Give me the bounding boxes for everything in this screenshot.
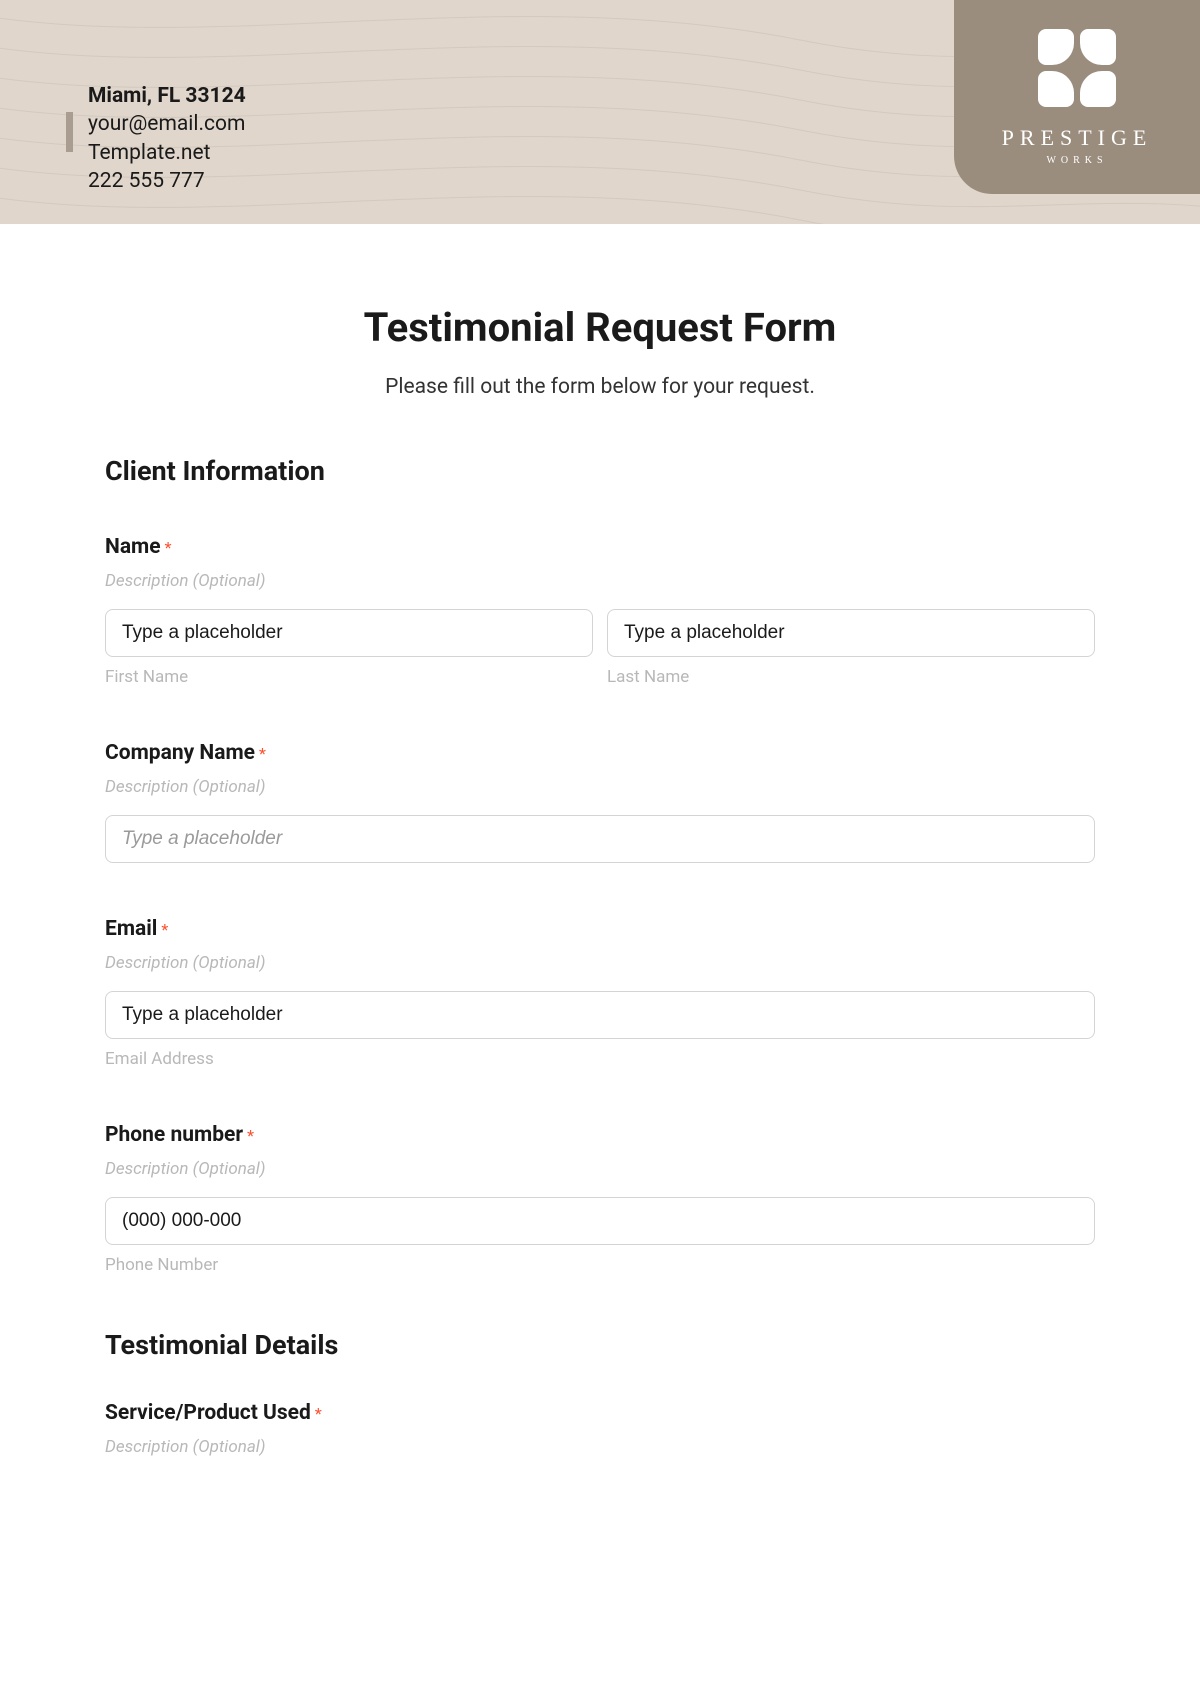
contact-info-block: Miami, FL 33124 your@email.com Template.… (88, 82, 246, 195)
field-phone: Phone number* Description (Optional) Pho… (105, 1123, 1095, 1275)
last-name-sublabel: Last Name (607, 667, 1095, 687)
brand-name: PRESTIGE (1002, 125, 1153, 151)
phone-sublabel: Phone Number (105, 1255, 1095, 1275)
name-description: Description (Optional) (105, 571, 1095, 591)
contact-email: your@email.com (88, 110, 246, 138)
required-mark: * (165, 538, 172, 557)
email-sublabel: Email Address (105, 1049, 1095, 1069)
section-testimonial-heading: Testimonial Details (105, 1329, 1095, 1361)
first-name-sublabel: First Name (105, 667, 593, 687)
brand-subname: WORKS (1046, 155, 1107, 166)
field-company: Company Name* Description (Optional) (105, 741, 1095, 863)
contact-address: Miami, FL 33124 (88, 82, 246, 110)
form-container: Testimonial Request Form Please fill out… (0, 224, 1200, 1497)
name-label: Name (105, 535, 161, 559)
email-description: Description (Optional) (105, 953, 1095, 973)
service-label: Service/Product Used (105, 1401, 311, 1425)
contact-phone: 222 555 777 (88, 167, 246, 195)
form-title: Testimonial Request Form (105, 304, 1095, 351)
first-name-input[interactable] (105, 609, 593, 657)
field-name: Name* Description (Optional) First Name … (105, 535, 1095, 687)
required-mark: * (161, 920, 168, 939)
page-header: Miami, FL 33124 your@email.com Template.… (0, 0, 1200, 224)
brand-logo-card: PRESTIGE WORKS (954, 0, 1200, 194)
section-client-heading: Client Information (105, 455, 1095, 487)
field-service: Service/Product Used* Description (Optio… (105, 1401, 1095, 1457)
company-input[interactable] (105, 815, 1095, 863)
service-description: Description (Optional) (105, 1437, 1095, 1457)
field-email: Email* Description (Optional) Email Addr… (105, 917, 1095, 1069)
phone-label: Phone number (105, 1123, 243, 1147)
brand-logo-icon (1038, 29, 1116, 107)
accent-bar (66, 112, 73, 152)
company-label: Company Name (105, 741, 255, 765)
phone-input[interactable] (105, 1197, 1095, 1245)
required-mark: * (259, 744, 266, 763)
required-mark: * (315, 1404, 322, 1423)
email-input[interactable] (105, 991, 1095, 1039)
form-subtitle: Please fill out the form below for your … (105, 375, 1095, 399)
required-mark: * (247, 1126, 254, 1145)
last-name-input[interactable] (607, 609, 1095, 657)
contact-website: Template.net (88, 139, 246, 167)
phone-description: Description (Optional) (105, 1159, 1095, 1179)
email-label: Email (105, 917, 157, 941)
company-description: Description (Optional) (105, 777, 1095, 797)
